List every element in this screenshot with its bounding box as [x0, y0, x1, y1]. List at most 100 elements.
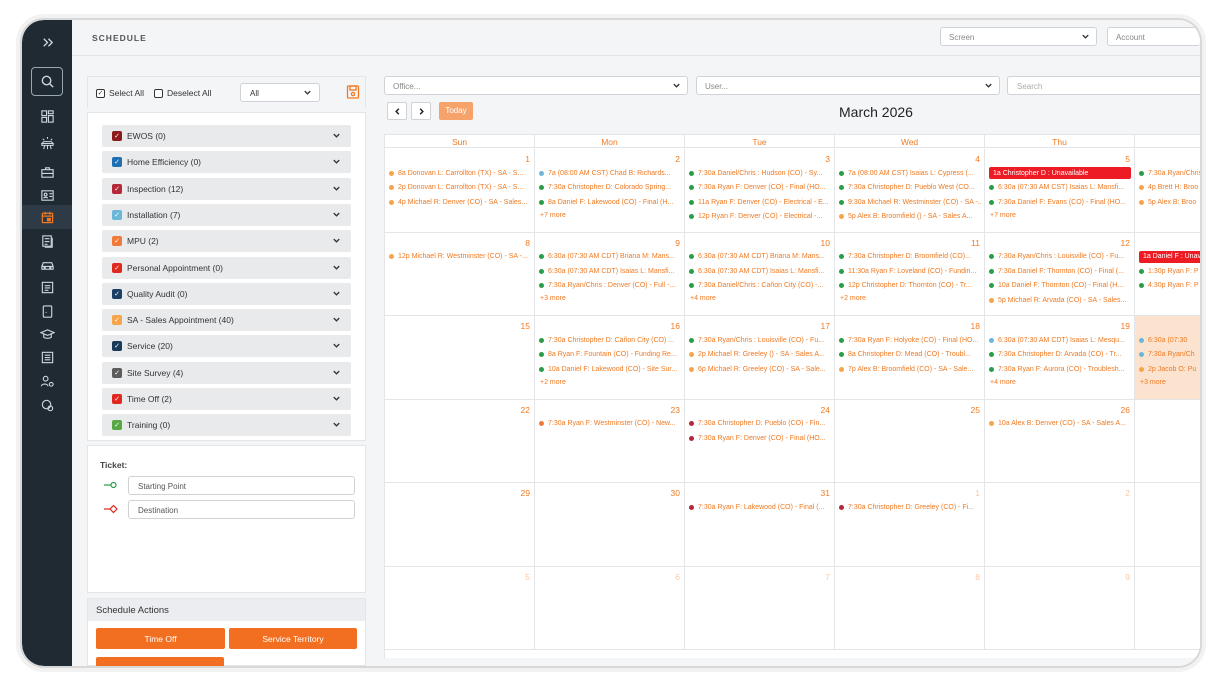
calendar-event[interactable]: 7:30a Ryan F: Denver (CO) - Final (HO... — [689, 432, 831, 444]
screen-select[interactable]: Screen — [940, 27, 1097, 46]
calendar-event[interactable]: 7:30a Christopher D: Cañon City (CO) ... — [539, 334, 681, 346]
more-events-link[interactable]: +3 more — [1140, 379, 1166, 386]
calendar-event[interactable]: 7:30a Ryan/Chris — [1139, 167, 1200, 179]
account-select[interactable]: Account — [1107, 27, 1200, 46]
day-cell[interactable]: 3 7:30a Daniel/Chris : Hudson (CO) - Sy..… — [685, 149, 835, 233]
category-checkbox-icon[interactable]: ✓ — [112, 209, 122, 220]
day-cell[interactable]: 23 7:30a Ryan F: Westminster (CO) - New..… — [535, 399, 685, 483]
calendar-event[interactable]: 7:30a Daniel/Chris : Cañon City (CO) -..… — [689, 280, 831, 292]
calendar-event[interactable]: 11:30a Ryan F: Loveland (CO) - Fundin... — [839, 265, 981, 277]
calendar-event[interactable]: 7:30a Ryan F: Lakewood (CO) - Final (... — [689, 501, 831, 513]
chevron-down-icon[interactable] — [332, 289, 341, 298]
category-checkbox-icon[interactable]: ✓ — [112, 157, 122, 168]
calendar-event[interactable]: 1a Daniel F : Unava — [1139, 250, 1200, 263]
destination-input[interactable]: Destination — [128, 500, 355, 519]
calendar-event[interactable]: 4p Michael R: Denver (CO) - SA - Sales..… — [389, 196, 531, 208]
category-item[interactable]: ✓ Home Efficiency (0) — [102, 151, 351, 174]
day-cell[interactable]: 6:30a (07:30 7:30a Ryan/Ch 2p Jacob O: Pu +… — [1135, 316, 1200, 400]
day-cell[interactable]: 19 6:30a (07:30 AM CDT) Isaias L: Mesqu..… — [985, 316, 1135, 400]
day-cell[interactable]: 1 7:30a Christopher D: Greeley (CO) - Fi.… — [835, 483, 985, 567]
day-cell[interactable]: 31 7:30a Ryan F: Lakewood (CO) - Final (.… — [685, 483, 835, 567]
select-all-checkbox[interactable]: ✓ Select All — [96, 88, 144, 98]
calendar-event[interactable]: 7:30a Christopher D: Arvada (CO) - Tr... — [989, 349, 1131, 361]
previous-month-button[interactable] — [387, 102, 407, 120]
day-cell[interactable]: 17 7:30a Ryan/Chris : Louisville (CO) - F… — [685, 316, 835, 400]
calendar-event[interactable]: 6:30a (07:30 AM CDT) Isaias L: Mesqu... — [989, 334, 1131, 346]
calendar-event[interactable]: 4:30p Ryan F: P — [1139, 280, 1200, 292]
calendar-event[interactable]: 2p Jacob O: Pu — [1139, 363, 1200, 375]
calendar-event[interactable]: 12p Christopher D: Thornton (CO) - Tr... — [839, 280, 981, 292]
day-cell[interactable]: 16 7:30a Christopher D: Cañon City (CO) .… — [535, 316, 685, 400]
category-item[interactable]: ✓ Service (20) — [102, 335, 351, 358]
more-events-link[interactable]: +4 more — [690, 295, 716, 302]
nav-billing[interactable] — [22, 393, 72, 417]
category-checkbox-icon[interactable]: ✓ — [112, 131, 122, 141]
day-cell[interactable]: 11 7:30a Christopher D: Broomfield (CO)..… — [835, 232, 985, 316]
day-cell[interactable] — [1135, 567, 1200, 650]
deselect-all-checkbox[interactable]: Deselect All — [154, 88, 211, 98]
calendar-event[interactable]: 7:30a Ryan/Ch — [1139, 349, 1200, 361]
day-cell[interactable]: 9 — [985, 566, 1135, 650]
calendar-event[interactable]: 1a Christopher D : Unavailable — [989, 167, 1131, 179]
more-events-link[interactable]: +2 more — [840, 295, 866, 302]
category-checkbox-icon[interactable]: ✓ — [112, 315, 122, 326]
day-cell[interactable]: 2 7a (08:00 AM CST) Chad B: Richards... 7:… — [535, 149, 685, 233]
nav-user-settings[interactable] — [22, 369, 72, 393]
calendar-event[interactable]: 7:30a Christopher D: Colorado Spring... — [539, 182, 681, 194]
expand-icon[interactable] — [22, 30, 72, 54]
day-cell[interactable]: 12 7:30a Ryan/Chris : Louisville (CO) - F… — [985, 232, 1135, 316]
day-cell[interactable] — [1135, 400, 1200, 483]
calendar-event[interactable]: 6:30a (07:30 AM CDT) Isaias L: Mansfi... — [539, 265, 681, 277]
calendar-search-input[interactable]: Search — [1007, 76, 1200, 95]
category-item[interactable]: ✓ Quality Audit (0) — [102, 282, 351, 305]
save-icon[interactable] — [346, 84, 360, 100]
chevron-down-icon[interactable] — [332, 315, 341, 324]
chevron-down-icon[interactable] — [332, 210, 341, 219]
category-item[interactable]: ✓ Inspection (12) — [102, 177, 351, 200]
chevron-down-icon[interactable] — [332, 184, 341, 193]
calendar-event[interactable]: 10a Daniel F: Lakewood (CO) - Site Sur..… — [539, 363, 681, 375]
calendar-event[interactable]: 7:30a Ryan F: Westminster (CO) - New... — [539, 418, 681, 430]
nav-catalog[interactable] — [22, 345, 72, 369]
day-cell[interactable]: 9 6:30a (07:30 AM CDT) Briana M: Mans... 6… — [535, 232, 685, 316]
day-cell[interactable]: 30 — [535, 483, 685, 567]
chevron-down-icon[interactable] — [332, 341, 341, 350]
nav-contacts[interactable] — [22, 183, 72, 207]
calendar-event[interactable]: 7:30a Christopher D: Greeley (CO) - Fi..… — [839, 501, 981, 513]
nav-dashboard[interactable] — [22, 104, 72, 128]
day-cell[interactable]: 8 — [835, 566, 985, 650]
calendar-event[interactable]: 1:30p Ryan F: P — [1139, 265, 1200, 277]
category-item[interactable]: ✓ EWOS (0) — [102, 125, 351, 147]
day-cell[interactable]: 5 1a Christopher D : Unavailable 6:30a (07… — [985, 149, 1135, 233]
calendar-event[interactable]: 12p Michael R: Westminster (CO) - SA -..… — [389, 251, 531, 263]
calendar-event[interactable]: 7:30a Ryan/Chris : Louisville (CO) - Fu.… — [989, 251, 1131, 263]
time-off-button[interactable]: Time Off — [96, 628, 225, 649]
nav-reports[interactable] — [22, 275, 72, 299]
day-cell[interactable]: 22 — [385, 399, 535, 483]
calendar-event[interactable]: 12p Ryan F: Denver (CO) - Electrical -..… — [689, 211, 831, 223]
category-checkbox-icon[interactable]: ✓ — [112, 183, 122, 194]
category-filter-select[interactable]: All — [240, 83, 320, 102]
user-select[interactable]: User... — [696, 76, 1000, 95]
calendar-event[interactable]: 6:30a (07:30 AM CDT) Briana M: Mans... — [539, 251, 681, 263]
chevron-down-icon[interactable] — [332, 368, 341, 377]
category-item[interactable]: ✓ Installation (7) — [102, 203, 351, 226]
calendar-event[interactable]: 5p Michael R: Arvada (CO) - SA - Sales..… — [989, 294, 1131, 306]
day-cell[interactable]: 1 8a Donovan L: Carrollton (TX) - SA - S.… — [385, 149, 535, 233]
calendar-event[interactable]: 8a Ryan F: Fountain (CO) - Funding Re... — [539, 349, 681, 361]
calendar-event[interactable]: 7:30a Christopher D: Broomfield (CO)... — [839, 251, 981, 263]
day-cell[interactable]: 6 — [535, 566, 685, 650]
today-button[interactable]: Today — [439, 102, 473, 120]
calendar-event[interactable]: 8a Donovan L: Carrollton (TX) - SA - S..… — [389, 167, 531, 179]
calendar-event[interactable]: 7:30a Daniel F: Thornton (CO) - Final (.… — [989, 265, 1131, 277]
nav-jobs[interactable] — [22, 160, 72, 184]
calendar-event[interactable]: 6:30a (07:30 AM CDT) Isaias L: Mansfi... — [689, 265, 831, 277]
category-checkbox-icon[interactable]: ✓ — [112, 394, 122, 404]
day-cell[interactable]: 24 7:30a Christopher D: Pueblo (CO) - Fin… — [685, 399, 835, 483]
nav-training[interactable] — [22, 322, 72, 346]
more-events-link[interactable]: +2 more — [540, 379, 566, 386]
day-cell[interactable]: 7 — [685, 566, 835, 650]
more-events-link[interactable]: +7 more — [540, 212, 566, 219]
nav-documents[interactable] — [22, 229, 72, 253]
calendar-event[interactable]: 7:30a Daniel/Chris : Hudson (CO) - Sy... — [689, 167, 831, 179]
